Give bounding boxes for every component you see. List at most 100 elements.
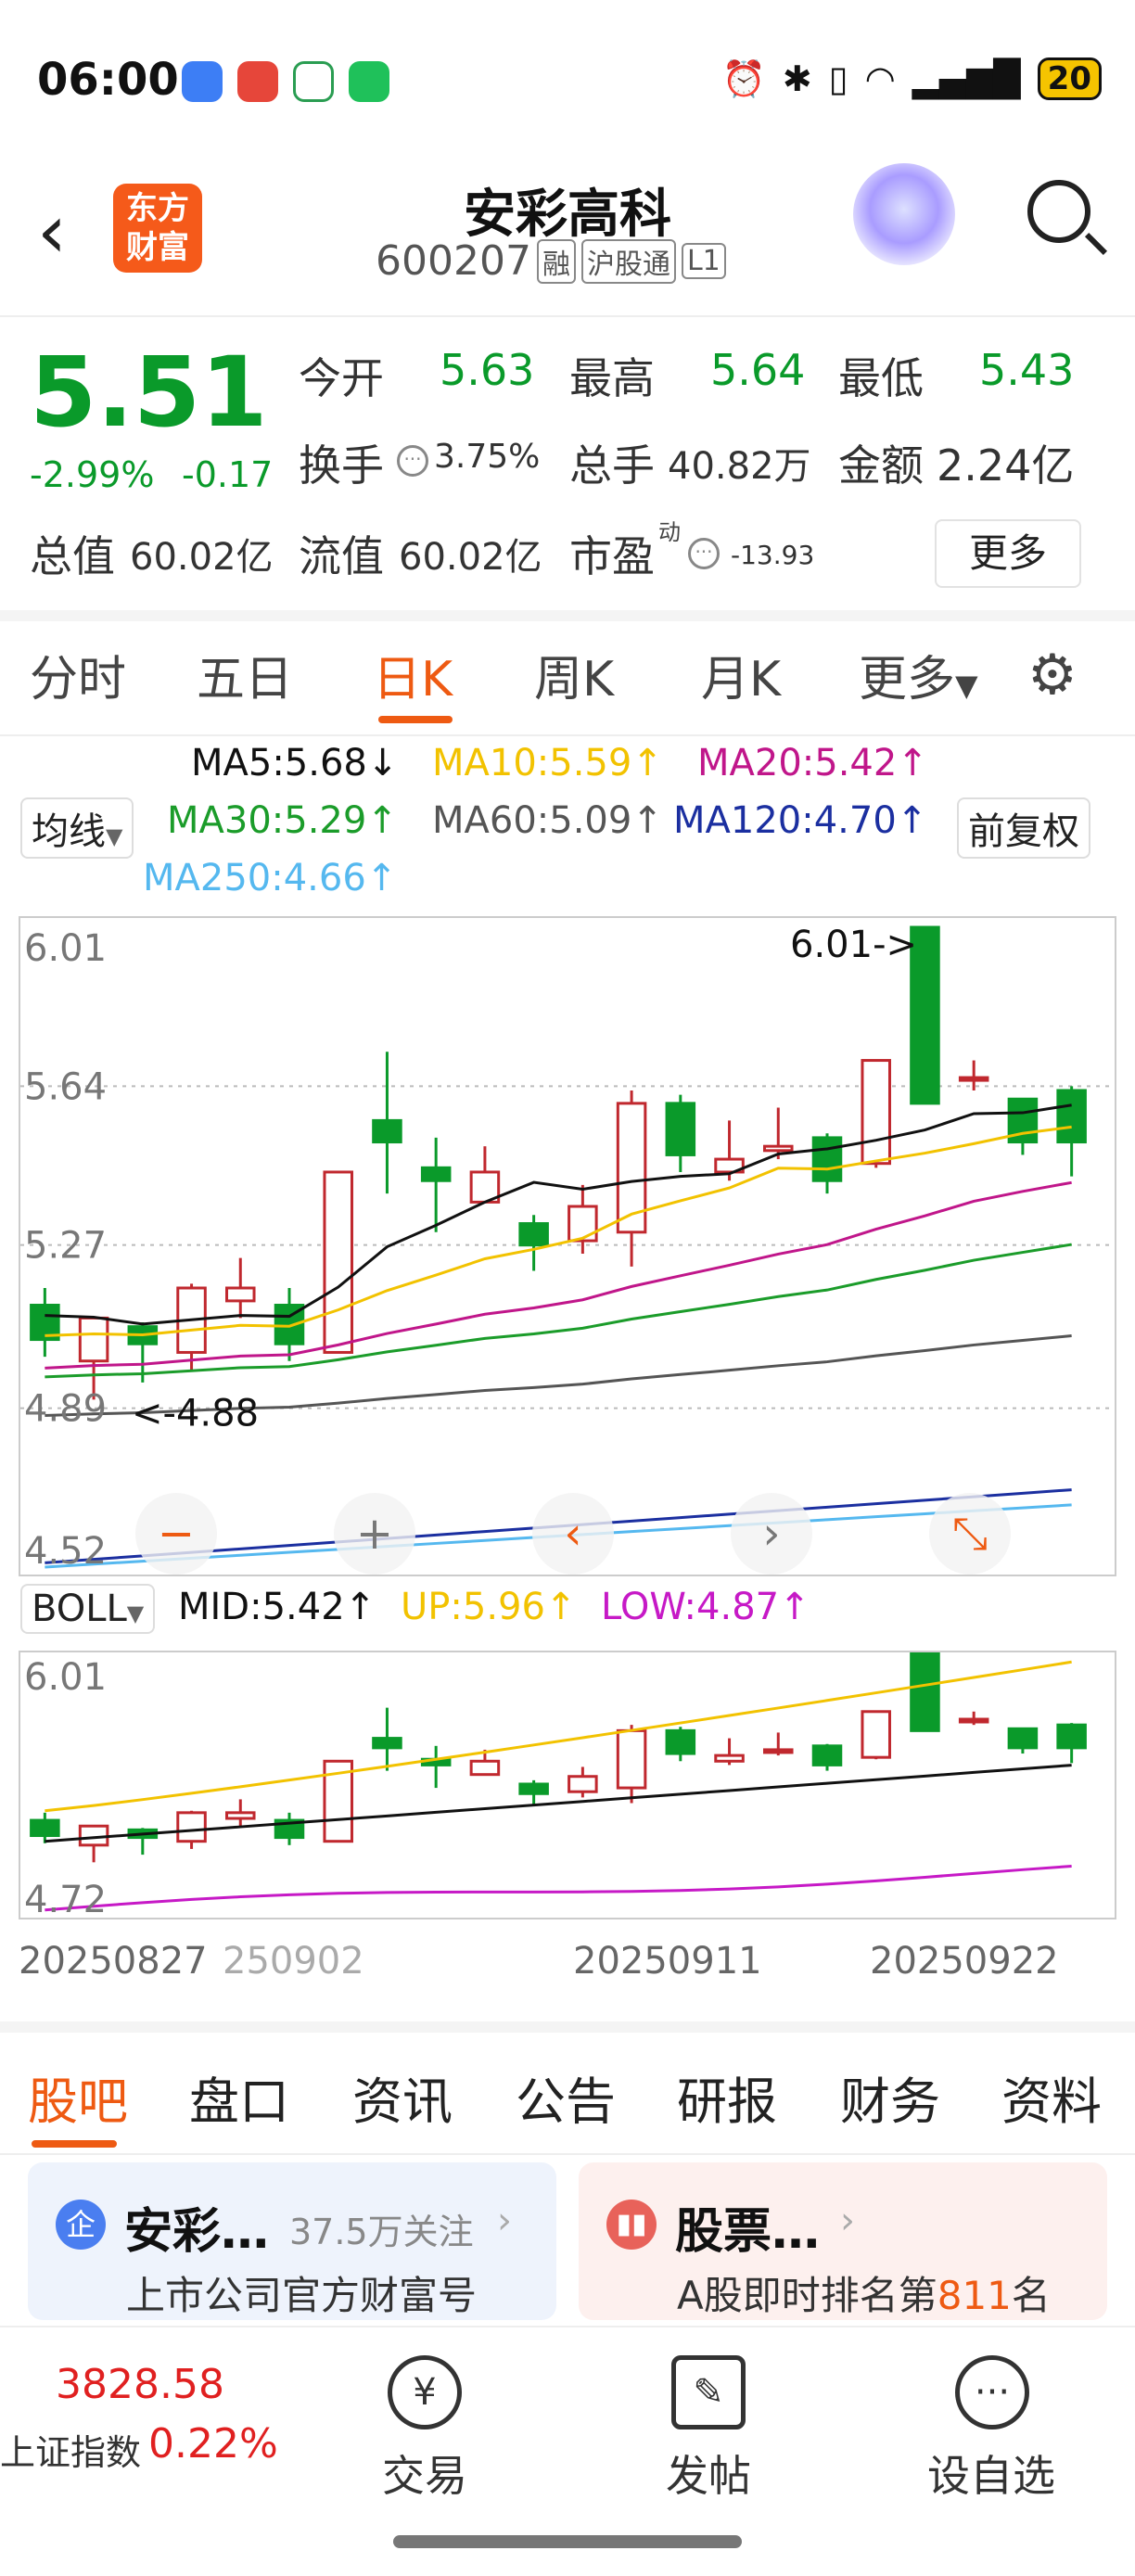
index-value[interactable]: 3828.58	[56, 2361, 224, 2408]
trade-icon[interactable]: ¥	[388, 2355, 462, 2429]
ma250-label: MA250:4.66↑	[143, 857, 398, 899]
pe-sup: 动	[658, 519, 681, 545]
chevron-down-icon: ▼	[955, 668, 978, 703]
float-value: 60.02亿	[399, 536, 542, 579]
index-change[interactable]: 0.22%	[148, 2420, 278, 2468]
date-tick: 20250922	[870, 1940, 1059, 1983]
tab-intraday[interactable]: 分时	[30, 640, 126, 709]
boll-mid-line	[45, 1764, 1072, 1843]
stock-code: 600207	[376, 237, 531, 285]
tab-forum[interactable]: 股吧	[28, 2060, 128, 2134]
index-name[interactable]: 上证指数	[0, 2424, 141, 2475]
candle-body	[568, 1205, 598, 1243]
open-label: 今开	[299, 353, 384, 403]
boll-candle-body	[616, 1728, 647, 1790]
ma-selector[interactable]: 均线▼	[20, 797, 134, 859]
more-button[interactable]: 更多	[935, 519, 1081, 588]
ma5-label: MA5:5.68↓	[191, 742, 399, 784]
ranking-number: 811	[937, 2273, 1012, 2318]
tab-five-day[interactable]: 五日	[197, 640, 293, 709]
active-tab-indicator	[32, 2140, 117, 2148]
boll-candle-body	[30, 1818, 60, 1838]
more-dots-icon[interactable]: ···	[955, 2355, 1029, 2429]
chevron-right-icon: ›	[497, 2200, 512, 2242]
volume-value: 40.82万	[668, 445, 811, 488]
tab-announcements[interactable]: 公告	[516, 2060, 616, 2134]
pan-left-icon-glyph: ‹	[564, 1508, 581, 1560]
trade-label[interactable]: 交易	[382, 2442, 467, 2504]
turnover-value: 3.75%	[434, 438, 541, 476]
change-pct: -2.99%	[30, 454, 155, 495]
change-amount: -0.17	[182, 454, 274, 495]
margin-tag: 融	[536, 238, 576, 284]
quote-panel: 5.51 -2.99% -0.17 今开 5.63 最高 5.64 最低 5.4…	[0, 317, 1135, 621]
indicator-selector[interactable]: BOLL▼	[20, 1584, 156, 1634]
candle-body	[518, 1222, 549, 1247]
boll-y-tick: 6.01	[24, 1656, 107, 1699]
ranking-card[interactable]: ▮▮ 股票… › A股即时排名第811名	[579, 2162, 1107, 2320]
zoom-out-icon-glyph: −	[158, 1508, 195, 1560]
boll-low-line	[45, 1865, 1072, 1912]
tab-profile[interactable]: 资料	[1001, 2060, 1102, 2134]
tab-daily-k[interactable]: 日K	[373, 640, 453, 709]
info-icon[interactable]: ···	[397, 445, 428, 477]
wifi-icon: ◠	[864, 58, 896, 99]
pe-label: 市盈	[569, 531, 655, 581]
watchlist-label[interactable]: 设自选	[927, 2442, 1055, 2504]
tab-news[interactable]: 资讯	[352, 2060, 453, 2134]
search-icon[interactable]	[1027, 180, 1090, 243]
stock-code-row: 600207 融 沪股通 L1	[376, 237, 726, 285]
date-tick: 20250911	[573, 1940, 762, 1983]
tab-research[interactable]: 研报	[677, 2060, 777, 2134]
candle-body	[78, 1316, 109, 1363]
ranking-prefix: A股即时排名第	[677, 2273, 937, 2318]
gear-icon[interactable]: ⚙	[1027, 647, 1083, 703]
high-label: 最高	[569, 353, 655, 403]
ma60-label: MA60:5.09↑	[432, 799, 663, 842]
chevron-right-icon: ›	[840, 2200, 855, 2242]
connect-tag: 沪股通	[580, 238, 676, 284]
tab-orderbook[interactable]: 盘口	[189, 2060, 289, 2134]
boll-candle-body	[1056, 1723, 1087, 1750]
tab-more[interactable]: 更多▼	[859, 640, 978, 709]
company-card[interactable]: 企 安彩… 37.5万关注 › 上市公司官方财富号	[28, 2162, 556, 2320]
alarm-icon: ⏰	[721, 57, 766, 99]
kline-svg: 6.01 5.64 5.27 4.89 4.52 6.01-> <-4.88 − + ‹ › ⤡	[20, 924, 1115, 1575]
ma20-label: MA20:5.42↑	[697, 742, 928, 784]
edit-icon[interactable]: ✎	[671, 2355, 746, 2429]
kline-chart[interactable]: 6.01 5.64 5.27 4.89 4.52 6.01-> <-4.88 − + ‹ › ⤡	[19, 916, 1116, 1576]
stock-name: 安彩高科	[464, 185, 671, 245]
boll-candle-body	[469, 1759, 501, 1777]
ma-selector-label: 均线	[32, 810, 106, 853]
pe-value: -13.93	[731, 540, 815, 570]
ranking-suffix: 名	[1011, 2273, 1051, 2318]
boll-candle-body	[958, 1717, 989, 1724]
y-tick-label: 6.01	[24, 927, 107, 970]
collapse-icon-glyph: ⤡	[952, 1508, 988, 1560]
candle-body	[811, 1136, 843, 1182]
boll-chart[interactable]: 6.01 4.72	[19, 1651, 1116, 1921]
tab-monthly-k[interactable]: 月K	[701, 640, 781, 709]
info-icon[interactable]: ···	[688, 538, 720, 569]
vibrate-icon: ▯	[828, 58, 848, 99]
notification-icon	[182, 61, 223, 102]
company-card-subtitle: 上市公司官方财富号	[126, 2273, 478, 2318]
tab-finance[interactable]: 财务	[840, 2060, 940, 2134]
date-tick: 20250827	[19, 1940, 208, 1983]
ma10-label: MA10:5.59↑	[432, 742, 663, 784]
tab-weekly-k[interactable]: 周K	[534, 640, 614, 709]
post-label[interactable]: 发帖	[666, 2442, 751, 2504]
home-indicator[interactable]	[393, 2535, 742, 2548]
indicator-selector-label: BOLL	[32, 1588, 127, 1630]
open-value: 5.63	[440, 345, 535, 395]
boll-up-label: UP:5.96↑	[401, 1586, 577, 1628]
active-tab-indicator	[378, 716, 453, 723]
boll-y-tick: 4.72	[24, 1879, 107, 1918]
candle-body	[323, 1170, 353, 1354]
float-label: 流值	[299, 531, 384, 581]
stock-header: ‹ 东方 财富 安彩高科 600207 融 沪股通 L1	[0, 158, 1135, 317]
assistant-avatar[interactable]	[853, 163, 955, 265]
ma30-label: MA30:5.29↑	[167, 799, 398, 842]
adjust-button[interactable]: 前复权	[957, 797, 1090, 859]
ranking-card-subtitle: A股即时排名第811名	[677, 2264, 1051, 2321]
